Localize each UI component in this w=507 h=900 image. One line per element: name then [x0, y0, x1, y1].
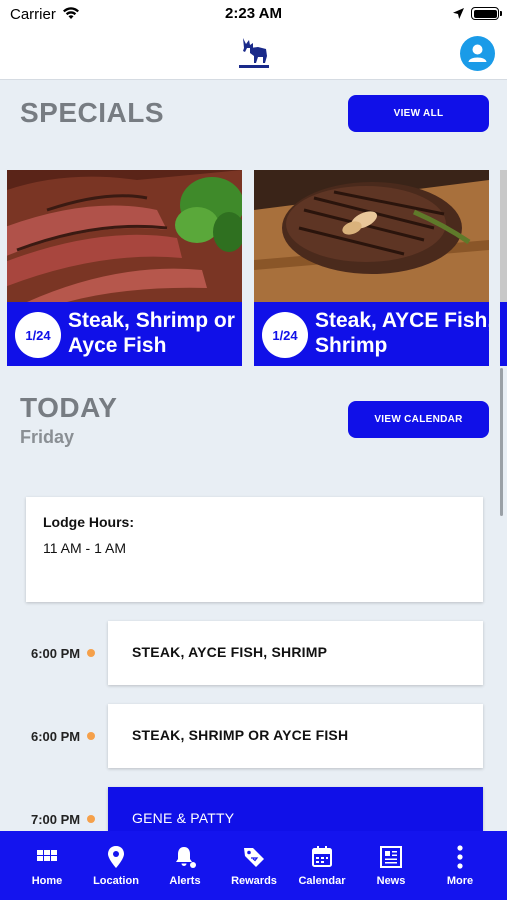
clock: 2:23 AM [225, 5, 282, 22]
tab-home[interactable]: Home [13, 831, 81, 900]
tab-label: News [376, 875, 406, 887]
event-time: 6:00 PM [31, 729, 81, 744]
view-calendar-button[interactable]: VIEW CALENDAR [348, 401, 489, 438]
tab-more[interactable]: More [426, 831, 494, 900]
steak-board-photo [254, 170, 489, 302]
event-title: STEAK, AYCE FISH, SHRIMP [132, 644, 328, 660]
app-header [0, 28, 507, 80]
tab-alerts[interactable]: Alerts [151, 831, 219, 900]
event-card[interactable]: STEAK, AYCE FISH, SHRIMP [108, 621, 483, 685]
event-card[interactable]: STEAK, SHRIMP OR AYCE FISH [108, 704, 483, 768]
tab-label: Calendar [298, 875, 346, 887]
newspaper-icon [380, 846, 402, 868]
special-card-peek[interactable] [500, 170, 507, 366]
event-title: STEAK, SHRIMP OR AYCE FISH [132, 727, 349, 743]
date-badge: 1/24 [262, 312, 308, 358]
hours-value: 11 AM - 1 AM [43, 540, 126, 556]
special-photo [500, 170, 507, 302]
tab-news[interactable]: News [357, 831, 425, 900]
event-dot [87, 649, 95, 657]
home-grid-icon [37, 850, 57, 861]
specials-title: SPECIALS [20, 97, 165, 128]
user-icon [468, 44, 487, 62]
moose-logo-icon [239, 38, 269, 68]
status-bar: Carrier 2:23 AM [0, 0, 507, 28]
view-all-button[interactable]: VIEW ALL [348, 95, 489, 132]
event-time: 6:00 PM [31, 646, 81, 661]
steak-sliced-photo [7, 170, 242, 302]
location-pin-icon [108, 846, 124, 868]
tab-label: More [446, 875, 474, 887]
special-title: Steak, Shrimp or Ayce Fish [68, 309, 235, 357]
calendar-icon [312, 846, 332, 867]
today-day: Friday [20, 427, 75, 447]
bell-icon [176, 847, 196, 868]
date-badge: 1/24 [15, 312, 61, 358]
bottom-tab-bar: Home Location Alerts Rewards Calendar Ne… [0, 831, 507, 900]
today-title: TODAY [20, 392, 118, 423]
more-vertical-icon [457, 845, 463, 869]
tab-label: Location [93, 875, 139, 887]
tag-icon [244, 848, 264, 867]
event-dot [87, 732, 95, 740]
event-time: 7:00 PM [31, 812, 81, 827]
tab-label: Alerts [169, 875, 201, 887]
tab-calendar[interactable]: Calendar [288, 831, 356, 900]
location-arrow-icon [453, 8, 464, 19]
special-card[interactable]: 1/24 Steak, AYCE Fish, Shrimp [254, 170, 489, 366]
scrollbar[interactable] [500, 368, 503, 516]
hours-label: Lodge Hours: [43, 514, 134, 530]
tab-location[interactable]: Location [82, 831, 150, 900]
tab-label: Rewards [231, 875, 277, 887]
special-title: Steak, AYCE Fish, Shrimp [315, 309, 489, 357]
event-title: GENE & PATTY [132, 810, 235, 826]
tab-rewards[interactable]: Rewards [220, 831, 288, 900]
special-card[interactable]: 1/24 Steak, Shrimp or Ayce Fish [7, 170, 242, 366]
battery-icon [471, 7, 502, 20]
event-dot [87, 815, 95, 823]
tab-label: Home [31, 875, 63, 887]
lodge-hours-card: Lodge Hours: 11 AM - 1 AM [26, 497, 483, 602]
profile-button[interactable] [460, 36, 495, 71]
